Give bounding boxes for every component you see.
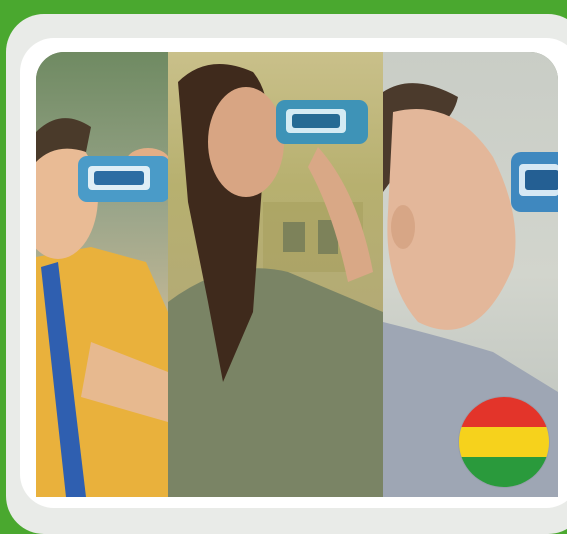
stage	[0, 0, 567, 534]
panel-woman	[168, 52, 383, 497]
can-1	[78, 156, 168, 202]
woman-illustration	[168, 64, 383, 497]
boy-illustration	[36, 118, 168, 497]
can-2	[276, 100, 368, 144]
can-3	[511, 152, 558, 212]
panel-boy	[36, 52, 168, 497]
flag-stripe-yellow	[459, 427, 549, 457]
bolivia-flag-icon	[459, 397, 549, 487]
